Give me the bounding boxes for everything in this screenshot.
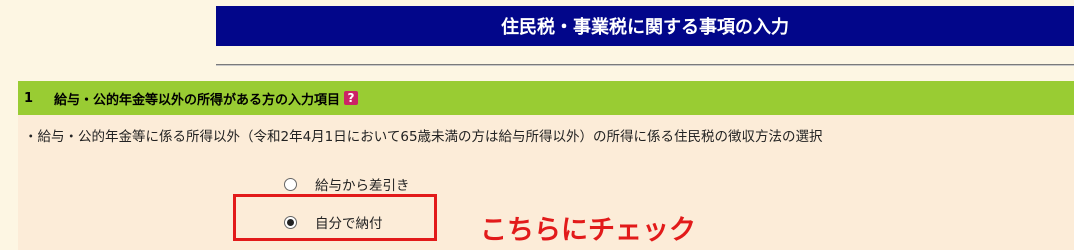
- section-content: ・給与・公的年金等に係る所得以外（令和2年4月1日において65歳未満の方は給与所…: [18, 115, 1074, 250]
- option-deduct-from-salary-label[interactable]: 給与から差引き: [315, 174, 410, 194]
- section-heading: 給与・公的年金等以外の所得がある方の入力項目: [54, 92, 341, 108]
- section-number: 1: [24, 90, 34, 106]
- page-title-bar: 住民税・事業税に関する事項の入力: [216, 6, 1074, 46]
- page-title: 住民税・事業税に関する事項の入力: [501, 17, 789, 38]
- radio-deduct-from-salary[interactable]: [284, 177, 297, 191]
- section-header: 1 給与・公的年金等以外の所得がある方の入力項目 ?: [18, 81, 1074, 115]
- help-icon[interactable]: ?: [344, 91, 359, 105]
- highlight-box: [233, 194, 437, 241]
- annotation-text: こちらにチェック: [480, 215, 696, 246]
- option-deduct-from-salary[interactable]: 給与から差引き: [284, 174, 410, 194]
- section-description: ・給与・公的年金等に係る所得以外（令和2年4月1日において65歳未満の方は給与所…: [24, 129, 823, 145]
- title-divider: [216, 64, 1074, 66]
